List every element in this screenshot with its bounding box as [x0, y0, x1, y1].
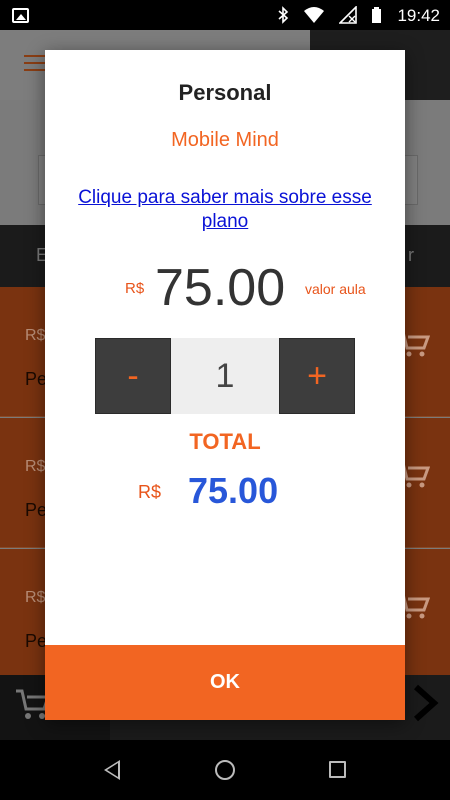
- next-arrow-icon[interactable]: [410, 681, 440, 736]
- item-name: Pe: [25, 369, 48, 389]
- price-currency: R$: [125, 280, 145, 297]
- status-bar: 19:42: [0, 0, 450, 30]
- recent-apps-icon[interactable]: [329, 761, 346, 778]
- item-name: Pe: [25, 500, 48, 520]
- system-nav-bar: [0, 740, 450, 800]
- price-value: 75.00: [155, 259, 286, 317]
- unit-price: R$ 75.00 valor aula: [45, 258, 405, 318]
- decrement-button[interactable]: -: [95, 338, 171, 414]
- item-price: R$: [25, 589, 46, 606]
- signal-icon: [338, 5, 357, 29]
- battery-icon: [371, 6, 382, 29]
- item-price: R$: [25, 458, 46, 475]
- price-label: valor aula: [305, 281, 366, 297]
- quantity-stepper: - 1 +: [95, 338, 355, 414]
- tab-right[interactable]: r: [408, 245, 414, 266]
- bluetooth-icon: [277, 6, 289, 29]
- dialog-title: Personal: [178, 80, 272, 105]
- total-price: R$ 75.00: [45, 470, 405, 514]
- ok-button[interactable]: OK: [45, 645, 405, 720]
- wifi-icon: [303, 6, 325, 29]
- dialog-subtitle: Mobile Mind: [171, 129, 279, 151]
- back-icon[interactable]: [104, 760, 120, 780]
- clock: 19:42: [397, 6, 440, 25]
- home-icon[interactable]: [215, 760, 235, 780]
- image-notification-icon: [12, 8, 29, 23]
- item-name: Pe: [25, 631, 48, 651]
- plan-dialog: Personal Mobile Mind Clique para saber m…: [45, 50, 405, 720]
- quantity-value: 1: [171, 338, 279, 414]
- hamburger-menu-icon[interactable]: [24, 55, 46, 71]
- total-currency: R$: [138, 482, 162, 502]
- total-value: 75.00: [188, 470, 279, 511]
- plan-info-link[interactable]: Clique para saber mais sobre esse plano: [63, 186, 387, 234]
- item-price: R$: [25, 327, 46, 344]
- increment-button[interactable]: +: [279, 338, 355, 414]
- total-label: TOTAL: [189, 429, 261, 454]
